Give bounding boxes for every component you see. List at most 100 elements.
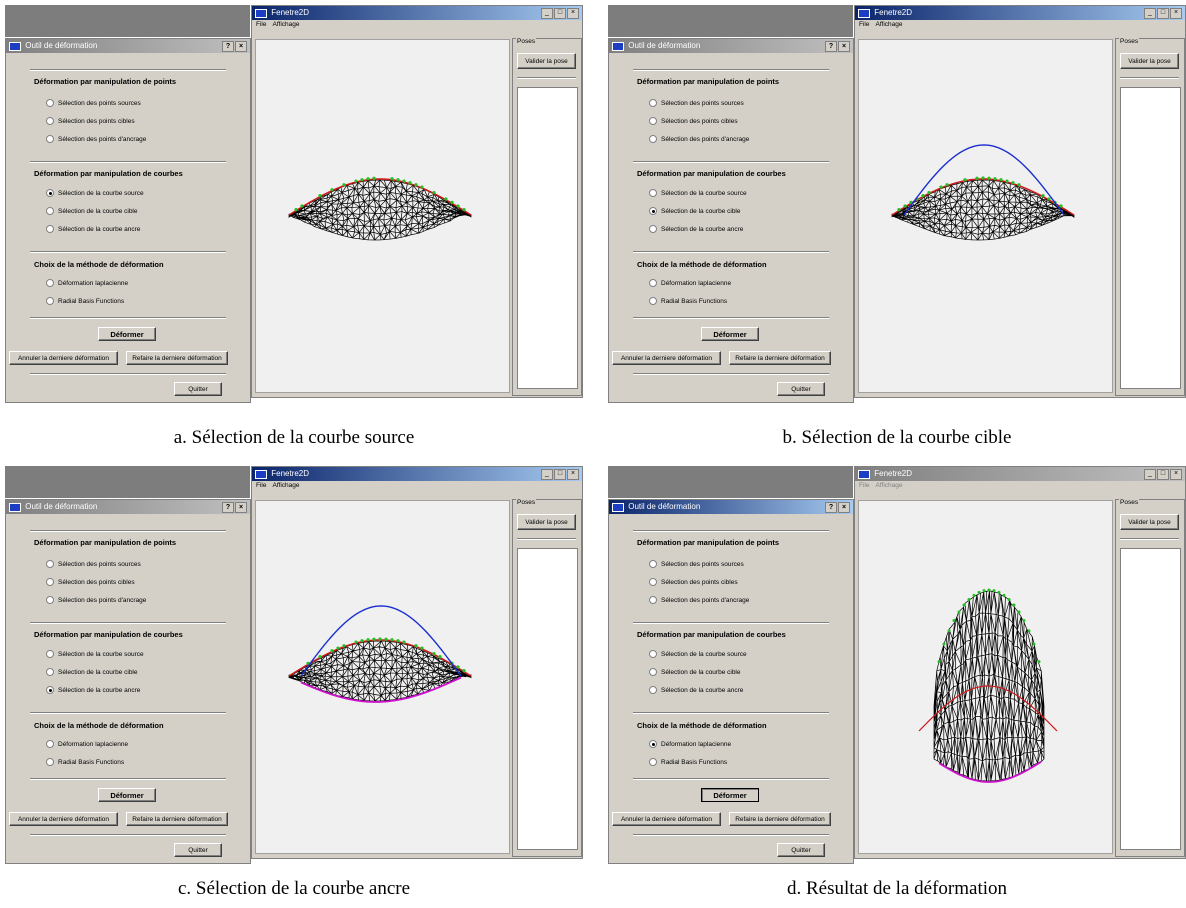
radio-courbe-ancre[interactable]: Sélection de la courbe ancre	[649, 225, 743, 233]
radio-laplacienne[interactable]: Déformation laplacienne	[649, 740, 731, 748]
poses-list[interactable]	[1120, 548, 1181, 850]
minimize-icon[interactable]: _	[541, 8, 553, 19]
help-button[interactable]: ?	[825, 502, 837, 513]
close-icon[interactable]: ×	[567, 469, 579, 480]
radio-points-sources[interactable]: Sélection des points sources	[46, 560, 141, 568]
deformer-button[interactable]: Déformer	[98, 788, 156, 802]
poses-list[interactable]	[517, 548, 578, 850]
radio-points-ancrage[interactable]: Sélection des points d'ancrage	[649, 596, 749, 604]
close-button[interactable]: ×	[838, 502, 850, 513]
minimize-icon[interactable]: _	[1144, 8, 1156, 19]
window-titlebar[interactable]: Fenetre2D _ □ ×	[252, 467, 582, 481]
radio-courbe-source[interactable]: Sélection de la courbe source	[46, 650, 144, 658]
refaire-button[interactable]: Refaire la derniere déformation	[729, 812, 831, 826]
close-icon[interactable]: ×	[1170, 8, 1182, 19]
mesh-canvas[interactable]	[858, 500, 1113, 854]
radio-rbf[interactable]: Radial Basis Functions	[649, 758, 727, 766]
radio-courbe-source[interactable]: Sélection de la courbe source	[46, 189, 144, 197]
minimize-icon[interactable]: _	[1144, 469, 1156, 480]
radio-courbe-ancre[interactable]: Sélection de la courbe ancre	[649, 686, 743, 694]
maximize-icon[interactable]: □	[554, 469, 566, 480]
radio-points-ancrage[interactable]: Sélection des points d'ancrage	[46, 596, 146, 604]
dialog-titlebar[interactable]: Outil de déformation ? ×	[6, 500, 250, 514]
radio-rbf[interactable]: Radial Basis Functions	[46, 297, 124, 305]
poses-list[interactable]	[517, 87, 578, 389]
radio-courbe-cible[interactable]: Sélection de la courbe cible	[649, 668, 741, 676]
radio-courbe-ancre[interactable]: Sélection de la courbe ancre	[46, 225, 140, 233]
valider-pose-button[interactable]: Valider la pose	[1120, 514, 1179, 530]
dialog-titlebar[interactable]: Outil de déformation ? ×	[6, 39, 250, 53]
anchor-point	[927, 190, 931, 195]
radio-points-sources[interactable]: Sélection des points sources	[46, 99, 141, 107]
close-button[interactable]: ×	[838, 41, 850, 52]
maximize-icon[interactable]: □	[1157, 8, 1169, 19]
menu-file[interactable]: File	[859, 20, 869, 29]
radio-points-cibles[interactable]: Sélection des points cibles	[649, 117, 738, 125]
maximize-icon[interactable]: □	[1157, 469, 1169, 480]
radio-laplacienne[interactable]: Déformation laplacienne	[649, 279, 731, 287]
refaire-button[interactable]: Refaire la derniere déformation	[729, 351, 831, 365]
radio-points-cibles[interactable]: Sélection des points cibles	[46, 117, 135, 125]
menu-file[interactable]: File	[859, 481, 869, 490]
maximize-icon[interactable]: □	[554, 8, 566, 19]
menu-affichage[interactable]: Affichage	[875, 20, 902, 29]
radio-courbe-cible[interactable]: Sélection de la courbe cible	[46, 207, 138, 215]
radio-rbf[interactable]: Radial Basis Functions	[46, 758, 124, 766]
radio-laplacienne[interactable]: Déformation laplacienne	[46, 279, 128, 287]
refaire-button[interactable]: Refaire la derniere déformation	[126, 812, 228, 826]
mesh-canvas[interactable]	[858, 39, 1113, 393]
radio-courbe-ancre[interactable]: Sélection de la courbe ancre	[46, 686, 140, 694]
minimize-icon[interactable]: _	[541, 469, 553, 480]
close-icon[interactable]: ×	[567, 8, 579, 19]
close-button[interactable]: ×	[235, 502, 247, 513]
help-button[interactable]: ?	[222, 502, 234, 513]
quitter-button[interactable]: Quitter	[174, 843, 222, 857]
menu-affichage[interactable]: Affichage	[272, 20, 299, 29]
mesh-canvas[interactable]	[255, 39, 510, 393]
anchor-point	[456, 665, 460, 669]
help-button[interactable]: ?	[825, 41, 837, 52]
poses-group: Poses Valider la pose	[512, 38, 582, 396]
dialog-titlebar[interactable]: Outil de déformation ? ×	[609, 500, 853, 514]
radio-points-sources[interactable]: Sélection des points sources	[649, 560, 744, 568]
valider-pose-button[interactable]: Valider la pose	[517, 53, 576, 69]
deformer-button[interactable]: Déformer	[701, 327, 759, 341]
deformer-button[interactable]: Déformer	[701, 788, 759, 802]
quitter-button[interactable]: Quitter	[777, 382, 825, 396]
annuler-button[interactable]: Annuler la derniere déformation	[9, 351, 118, 365]
radio-laplacienne[interactable]: Déformation laplacienne	[46, 740, 128, 748]
window-titlebar[interactable]: Fenetre2D _ □ ×	[855, 467, 1185, 481]
radio-courbe-source[interactable]: Sélection de la courbe source	[649, 189, 747, 197]
dialog-titlebar[interactable]: Outil de déformation ? ×	[609, 39, 853, 53]
annuler-button[interactable]: Annuler la derniere déformation	[612, 812, 721, 826]
menu-affichage[interactable]: Affichage	[875, 481, 902, 490]
close-button[interactable]: ×	[235, 41, 247, 52]
annuler-button[interactable]: Annuler la derniere déformation	[612, 351, 721, 365]
radio-courbe-cible[interactable]: Sélection de la courbe cible	[46, 668, 138, 676]
radio-rbf[interactable]: Radial Basis Functions	[649, 297, 727, 305]
mesh-canvas[interactable]	[255, 500, 510, 854]
annuler-button[interactable]: Annuler la derniere déformation	[9, 812, 118, 826]
menu-affichage[interactable]: Affichage	[272, 481, 299, 490]
deformer-button[interactable]: Déformer	[98, 327, 156, 341]
help-button[interactable]: ?	[222, 41, 234, 52]
radio-icon	[46, 279, 54, 287]
menu-file[interactable]: File	[256, 20, 266, 29]
radio-points-ancrage[interactable]: Sélection des points d'ancrage	[46, 135, 146, 143]
quitter-button[interactable]: Quitter	[777, 843, 825, 857]
window-titlebar[interactable]: Fenetre2D _ □ ×	[855, 6, 1185, 20]
quitter-button[interactable]: Quitter	[174, 382, 222, 396]
radio-points-cibles[interactable]: Sélection des points cibles	[46, 578, 135, 586]
radio-courbe-cible[interactable]: Sélection de la courbe cible	[649, 207, 741, 215]
poses-list[interactable]	[1120, 87, 1181, 389]
window-titlebar[interactable]: Fenetre2D _ □ ×	[252, 6, 582, 20]
refaire-button[interactable]: Refaire la derniere déformation	[126, 351, 228, 365]
radio-points-cibles[interactable]: Sélection des points cibles	[649, 578, 738, 586]
radio-courbe-source[interactable]: Sélection de la courbe source	[649, 650, 747, 658]
valider-pose-button[interactable]: Valider la pose	[1120, 53, 1179, 69]
close-icon[interactable]: ×	[1170, 469, 1182, 480]
radio-points-sources[interactable]: Sélection des points sources	[649, 99, 744, 107]
menu-file[interactable]: File	[256, 481, 266, 490]
valider-pose-button[interactable]: Valider la pose	[517, 514, 576, 530]
radio-points-ancrage[interactable]: Sélection des points d'ancrage	[649, 135, 749, 143]
